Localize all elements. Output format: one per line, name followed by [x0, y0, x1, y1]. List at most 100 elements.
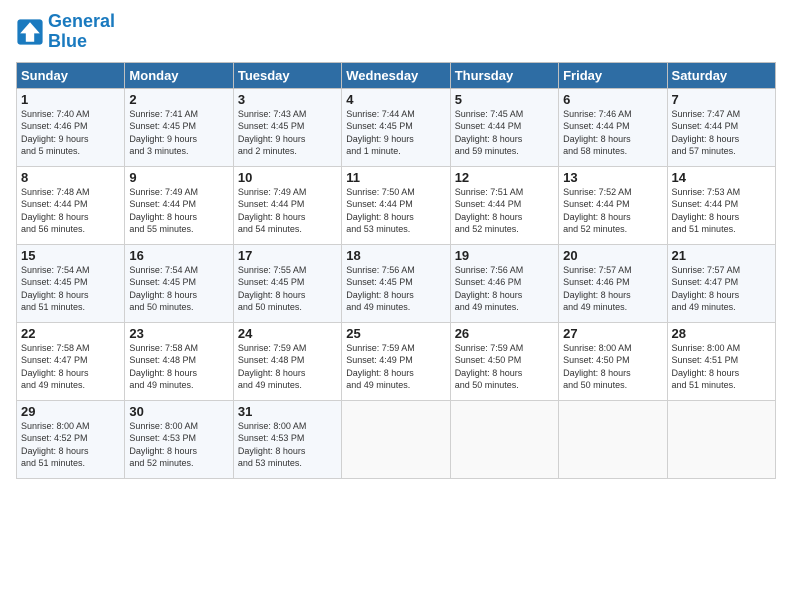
calendar-cell: 14Sunrise: 7:53 AM Sunset: 4:44 PM Dayli… [667, 166, 775, 244]
day-number: 18 [346, 248, 445, 263]
logo-general: General [48, 11, 115, 31]
calendar-cell: 26Sunrise: 7:59 AM Sunset: 4:50 PM Dayli… [450, 322, 558, 400]
logo-text: General Blue [48, 12, 115, 52]
calendar-header-row: SundayMondayTuesdayWednesdayThursdayFrid… [17, 62, 776, 88]
day-number: 24 [238, 326, 337, 341]
cell-info: Sunrise: 7:57 AM Sunset: 4:47 PM Dayligh… [672, 264, 771, 314]
calendar-cell [667, 400, 775, 478]
cell-info: Sunrise: 8:00 AM Sunset: 4:53 PM Dayligh… [129, 420, 228, 470]
cell-info: Sunrise: 7:59 AM Sunset: 4:49 PM Dayligh… [346, 342, 445, 392]
cell-info: Sunrise: 7:59 AM Sunset: 4:48 PM Dayligh… [238, 342, 337, 392]
day-number: 21 [672, 248, 771, 263]
day-number: 26 [455, 326, 554, 341]
day-number: 20 [563, 248, 662, 263]
logo-blue: Blue [48, 31, 87, 51]
day-number: 28 [672, 326, 771, 341]
week-row-5: 29Sunrise: 8:00 AM Sunset: 4:52 PM Dayli… [17, 400, 776, 478]
day-number: 10 [238, 170, 337, 185]
calendar-table: SundayMondayTuesdayWednesdayThursdayFrid… [16, 62, 776, 479]
cell-info: Sunrise: 7:41 AM Sunset: 4:45 PM Dayligh… [129, 108, 228, 158]
day-number: 31 [238, 404, 337, 419]
calendar-cell: 11Sunrise: 7:50 AM Sunset: 4:44 PM Dayli… [342, 166, 450, 244]
cell-info: Sunrise: 7:55 AM Sunset: 4:45 PM Dayligh… [238, 264, 337, 314]
logo-icon [16, 18, 44, 46]
cell-info: Sunrise: 7:50 AM Sunset: 4:44 PM Dayligh… [346, 186, 445, 236]
day-number: 23 [129, 326, 228, 341]
calendar-cell: 16Sunrise: 7:54 AM Sunset: 4:45 PM Dayli… [125, 244, 233, 322]
calendar-cell [559, 400, 667, 478]
cell-info: Sunrise: 7:47 AM Sunset: 4:44 PM Dayligh… [672, 108, 771, 158]
header-row: General Blue [16, 12, 776, 52]
cell-info: Sunrise: 7:40 AM Sunset: 4:46 PM Dayligh… [21, 108, 120, 158]
day-number: 15 [21, 248, 120, 263]
cell-info: Sunrise: 7:46 AM Sunset: 4:44 PM Dayligh… [563, 108, 662, 158]
cell-info: Sunrise: 7:58 AM Sunset: 4:48 PM Dayligh… [129, 342, 228, 392]
day-number: 22 [21, 326, 120, 341]
day-number: 3 [238, 92, 337, 107]
cell-info: Sunrise: 7:52 AM Sunset: 4:44 PM Dayligh… [563, 186, 662, 236]
day-number: 27 [563, 326, 662, 341]
day-number: 16 [129, 248, 228, 263]
calendar-cell: 15Sunrise: 7:54 AM Sunset: 4:45 PM Dayli… [17, 244, 125, 322]
calendar-cell: 28Sunrise: 8:00 AM Sunset: 4:51 PM Dayli… [667, 322, 775, 400]
calendar-cell: 8Sunrise: 7:48 AM Sunset: 4:44 PM Daylig… [17, 166, 125, 244]
day-header-monday: Monday [125, 62, 233, 88]
calendar-cell: 18Sunrise: 7:56 AM Sunset: 4:45 PM Dayli… [342, 244, 450, 322]
day-header-wednesday: Wednesday [342, 62, 450, 88]
calendar-cell: 22Sunrise: 7:58 AM Sunset: 4:47 PM Dayli… [17, 322, 125, 400]
day-header-thursday: Thursday [450, 62, 558, 88]
week-row-2: 8Sunrise: 7:48 AM Sunset: 4:44 PM Daylig… [17, 166, 776, 244]
day-number: 1 [21, 92, 120, 107]
week-row-4: 22Sunrise: 7:58 AM Sunset: 4:47 PM Dayli… [17, 322, 776, 400]
calendar-cell: 17Sunrise: 7:55 AM Sunset: 4:45 PM Dayli… [233, 244, 341, 322]
cell-info: Sunrise: 7:58 AM Sunset: 4:47 PM Dayligh… [21, 342, 120, 392]
day-number: 30 [129, 404, 228, 419]
day-number: 29 [21, 404, 120, 419]
calendar-cell [450, 400, 558, 478]
calendar-cell: 27Sunrise: 8:00 AM Sunset: 4:50 PM Dayli… [559, 322, 667, 400]
day-number: 12 [455, 170, 554, 185]
calendar-cell: 6Sunrise: 7:46 AM Sunset: 4:44 PM Daylig… [559, 88, 667, 166]
day-number: 13 [563, 170, 662, 185]
cell-info: Sunrise: 7:48 AM Sunset: 4:44 PM Dayligh… [21, 186, 120, 236]
calendar-cell: 10Sunrise: 7:49 AM Sunset: 4:44 PM Dayli… [233, 166, 341, 244]
day-header-saturday: Saturday [667, 62, 775, 88]
calendar-cell: 13Sunrise: 7:52 AM Sunset: 4:44 PM Dayli… [559, 166, 667, 244]
cell-info: Sunrise: 7:49 AM Sunset: 4:44 PM Dayligh… [238, 186, 337, 236]
calendar-cell: 9Sunrise: 7:49 AM Sunset: 4:44 PM Daylig… [125, 166, 233, 244]
calendar-cell: 23Sunrise: 7:58 AM Sunset: 4:48 PM Dayli… [125, 322, 233, 400]
cell-info: Sunrise: 7:43 AM Sunset: 4:45 PM Dayligh… [238, 108, 337, 158]
day-number: 9 [129, 170, 228, 185]
cell-info: Sunrise: 7:57 AM Sunset: 4:46 PM Dayligh… [563, 264, 662, 314]
cell-info: Sunrise: 7:45 AM Sunset: 4:44 PM Dayligh… [455, 108, 554, 158]
day-header-friday: Friday [559, 62, 667, 88]
cell-info: Sunrise: 7:54 AM Sunset: 4:45 PM Dayligh… [129, 264, 228, 314]
day-number: 5 [455, 92, 554, 107]
logo: General Blue [16, 12, 115, 52]
day-number: 14 [672, 170, 771, 185]
calendar-cell: 4Sunrise: 7:44 AM Sunset: 4:45 PM Daylig… [342, 88, 450, 166]
calendar-cell: 21Sunrise: 7:57 AM Sunset: 4:47 PM Dayli… [667, 244, 775, 322]
day-number: 17 [238, 248, 337, 263]
day-number: 2 [129, 92, 228, 107]
calendar-cell: 30Sunrise: 8:00 AM Sunset: 4:53 PM Dayli… [125, 400, 233, 478]
cell-info: Sunrise: 7:44 AM Sunset: 4:45 PM Dayligh… [346, 108, 445, 158]
calendar-cell: 7Sunrise: 7:47 AM Sunset: 4:44 PM Daylig… [667, 88, 775, 166]
day-number: 6 [563, 92, 662, 107]
calendar-cell [342, 400, 450, 478]
calendar-cell: 5Sunrise: 7:45 AM Sunset: 4:44 PM Daylig… [450, 88, 558, 166]
cell-info: Sunrise: 8:00 AM Sunset: 4:53 PM Dayligh… [238, 420, 337, 470]
calendar-cell: 3Sunrise: 7:43 AM Sunset: 4:45 PM Daylig… [233, 88, 341, 166]
day-number: 19 [455, 248, 554, 263]
cell-info: Sunrise: 7:49 AM Sunset: 4:44 PM Dayligh… [129, 186, 228, 236]
cell-info: Sunrise: 8:00 AM Sunset: 4:50 PM Dayligh… [563, 342, 662, 392]
day-header-tuesday: Tuesday [233, 62, 341, 88]
cell-info: Sunrise: 8:00 AM Sunset: 4:52 PM Dayligh… [21, 420, 120, 470]
calendar-cell: 25Sunrise: 7:59 AM Sunset: 4:49 PM Dayli… [342, 322, 450, 400]
day-number: 25 [346, 326, 445, 341]
day-number: 7 [672, 92, 771, 107]
cell-info: Sunrise: 7:51 AM Sunset: 4:44 PM Dayligh… [455, 186, 554, 236]
cell-info: Sunrise: 7:56 AM Sunset: 4:45 PM Dayligh… [346, 264, 445, 314]
day-number: 11 [346, 170, 445, 185]
calendar-cell: 31Sunrise: 8:00 AM Sunset: 4:53 PM Dayli… [233, 400, 341, 478]
